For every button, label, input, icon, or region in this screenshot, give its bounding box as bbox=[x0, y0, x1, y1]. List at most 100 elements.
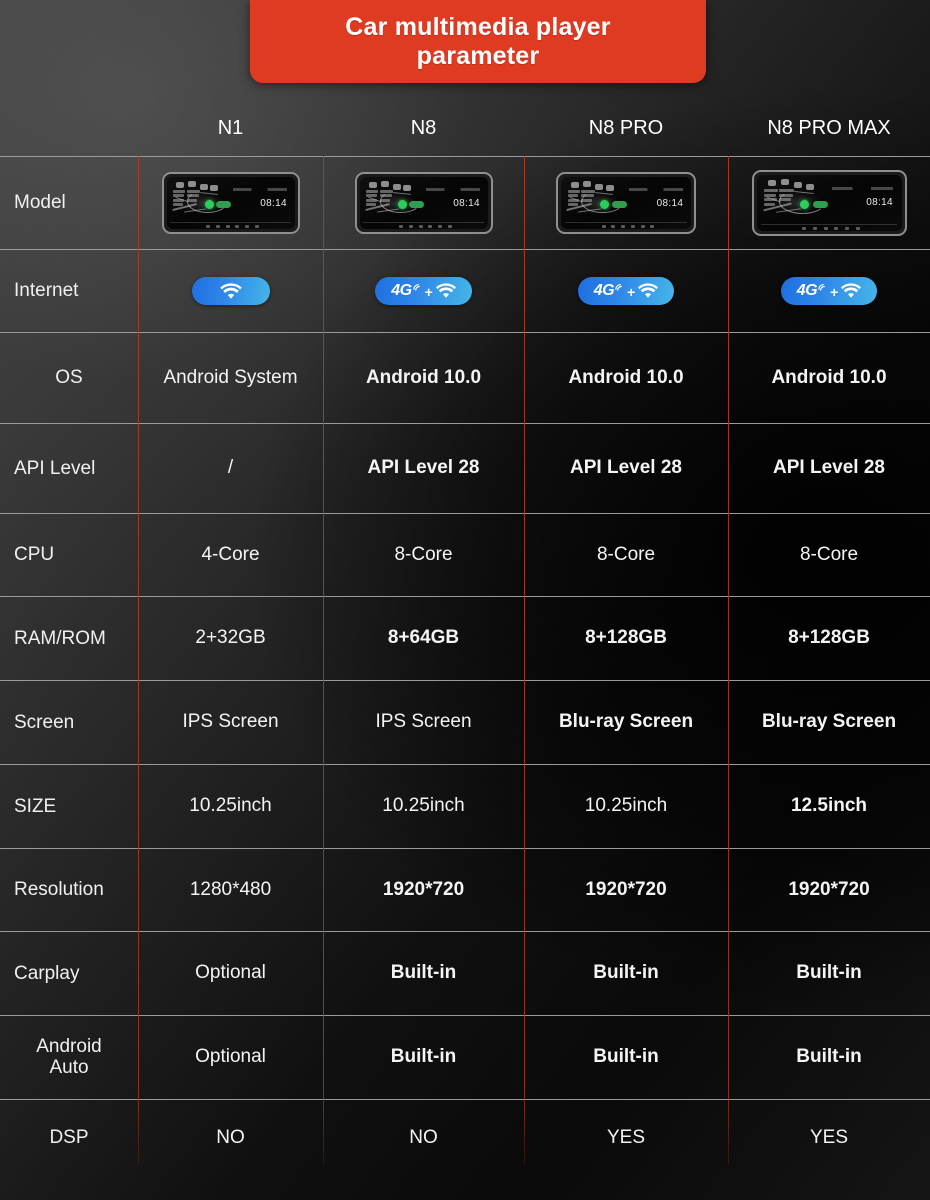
cell-model-n1: 08:14 bbox=[138, 157, 323, 249]
table-row: API Level / API Level 28 API Level 28 API Le… bbox=[0, 423, 930, 513]
bottom-bar-icon bbox=[235, 225, 240, 229]
cell-model-n8-pro-max: 08:14 bbox=[728, 157, 930, 249]
map-label bbox=[581, 194, 594, 198]
bottom-bar-icon bbox=[834, 226, 839, 230]
map-label bbox=[567, 198, 580, 202]
bottom-bar-icon bbox=[447, 225, 452, 229]
table-row: SIZE 10.25inch 10.25inch 10.25inch 12.5inch bbox=[0, 764, 930, 848]
page-title: Car multimedia player parameter bbox=[333, 13, 622, 71]
cell-resolution-n8-pro-max: 1920*720 bbox=[788, 878, 870, 900]
cell-internet-n8-pro: 4G + bbox=[524, 250, 728, 332]
head-unit-clock: 08:14 bbox=[453, 197, 480, 209]
row-label-size: SIZE bbox=[14, 795, 57, 817]
cell-api-level-n1: / bbox=[227, 457, 234, 479]
signal-arcs-icon bbox=[818, 283, 825, 291]
map-poi-icon bbox=[605, 185, 614, 192]
map-label bbox=[567, 202, 578, 206]
bottom-bar-icon bbox=[399, 225, 404, 229]
table-row: Model 08:14 08:14 08:14 08:14 bbox=[0, 156, 930, 249]
table-row: DSP NO NO YES YES bbox=[0, 1099, 930, 1176]
row-label-line2: Auto bbox=[49, 1056, 89, 1078]
head-unit-image: 08:14 bbox=[751, 170, 907, 236]
navigation-map bbox=[564, 181, 641, 221]
head-unit-screen: 08:14 bbox=[756, 175, 902, 231]
map-label bbox=[779, 193, 793, 197]
cell-android-auto-n8-pro: Built-in bbox=[593, 1046, 659, 1068]
cell-os-n8-pro-max: Android 10.0 bbox=[771, 366, 887, 388]
table-row: Resolution 1280*480 1920*720 1920*720 1920*7… bbox=[0, 848, 930, 931]
cell-ram-rom-n8-pro: 8+128GB bbox=[585, 627, 667, 649]
bottom-bar-icon bbox=[812, 226, 817, 230]
head-unit-clock: 08:14 bbox=[656, 197, 684, 209]
cell-cpu-n8: 8-Core bbox=[394, 543, 453, 565]
bottom-bar-icon bbox=[640, 225, 645, 229]
bottom-bar-icon bbox=[254, 225, 259, 229]
map-label bbox=[779, 188, 795, 192]
column-header-n8-pro: N8 PRO bbox=[588, 116, 664, 139]
row-label-android-auto: Android Auto bbox=[0, 1016, 138, 1099]
table-row: OS Android System Android 10.0 Android 10.0… bbox=[0, 332, 930, 423]
cell-ram-rom-n8-pro-max: 8+128GB bbox=[788, 627, 870, 649]
map-label bbox=[366, 198, 378, 202]
map-poi-icon bbox=[595, 183, 604, 190]
navigation-map bbox=[363, 181, 438, 221]
plus-label: + bbox=[830, 283, 839, 300]
map-poi-icon bbox=[200, 183, 209, 190]
cell-android-auto-n1: Optional bbox=[195, 1046, 266, 1068]
row-label-internet: Internet bbox=[14, 280, 79, 302]
row-label-ram-rom: RAM/ROM bbox=[14, 627, 106, 649]
map-label bbox=[764, 193, 776, 197]
cell-screen-n1: IPS Screen bbox=[182, 711, 279, 733]
cell-model-n8-pro: 08:14 bbox=[524, 157, 728, 249]
map-poi-icon bbox=[781, 179, 790, 186]
bottom-bar-icon bbox=[244, 225, 249, 229]
map-label bbox=[764, 202, 776, 206]
cell-resolution-n8-pro: 1920*720 bbox=[585, 878, 667, 900]
row-label-screen: Screen bbox=[14, 711, 75, 733]
map-poi-icon bbox=[369, 181, 378, 188]
map-label bbox=[186, 189, 201, 193]
map-poi-icon bbox=[210, 185, 219, 192]
row-label-api-level: API Level bbox=[14, 457, 96, 479]
wifi-icon bbox=[219, 282, 242, 299]
head-unit-clock: 08:14 bbox=[260, 197, 287, 209]
table-row: Android Auto Optional Built-in Built-in Built… bbox=[0, 1015, 930, 1099]
cell-size-n8-pro: 10.25inch bbox=[584, 795, 668, 817]
map-label bbox=[379, 189, 394, 193]
four-g-wifi-badge: 4G + bbox=[780, 277, 878, 305]
bottom-bar-icon bbox=[601, 225, 606, 229]
navigation-map bbox=[170, 181, 245, 221]
cell-ram-rom-n1: 2+32GB bbox=[195, 627, 266, 649]
head-unit-image: 08:14 bbox=[556, 172, 696, 234]
head-unit-clock: 08:14 bbox=[866, 197, 893, 209]
cell-internet-n8-pro-max: 4G + bbox=[728, 250, 930, 332]
cell-api-level-n8-pro: API Level 28 bbox=[570, 457, 682, 479]
cell-resolution-n1: 1280*480 bbox=[189, 878, 272, 900]
wifi-icon bbox=[638, 283, 659, 298]
map-poi-icon bbox=[403, 185, 412, 192]
row-label-cpu: CPU bbox=[14, 544, 55, 566]
column-header-n8-pro-max: N8 PRO MAX bbox=[767, 116, 891, 139]
head-unit-bottom-bar bbox=[564, 222, 688, 229]
cell-size-n8-pro-max: 12.5inch bbox=[790, 795, 868, 817]
four-g-wifi-badge: 4G + bbox=[577, 277, 675, 305]
wifi-icon bbox=[435, 283, 456, 298]
map-poi-icon bbox=[381, 181, 390, 188]
row-label-model: Model bbox=[14, 192, 66, 214]
row-label-carplay: Carplay bbox=[14, 962, 80, 984]
map-label bbox=[366, 202, 376, 206]
table-body: Model 08:14 08:14 08:14 08:14 Internet 4G +4G +4… bbox=[0, 156, 930, 1176]
cell-dsp-n8: NO bbox=[409, 1126, 438, 1148]
map-label bbox=[379, 198, 391, 202]
table-row: Screen IPS Screen IPS Screen Blu-ray Screen… bbox=[0, 680, 930, 764]
head-unit-bottom-bar bbox=[363, 222, 484, 229]
column-header-n1: N1 bbox=[217, 116, 244, 139]
spec-comparison-page: Car multimedia player parameter N1 N8 N8… bbox=[0, 0, 930, 1200]
map-poi-icon bbox=[806, 183, 815, 190]
bottom-bar-icon bbox=[650, 225, 655, 229]
navigation-map bbox=[760, 179, 845, 223]
map-poi-icon bbox=[582, 181, 591, 188]
map-label bbox=[779, 198, 792, 202]
map-poi-icon bbox=[188, 181, 197, 188]
head-unit-status-labels bbox=[426, 188, 480, 192]
